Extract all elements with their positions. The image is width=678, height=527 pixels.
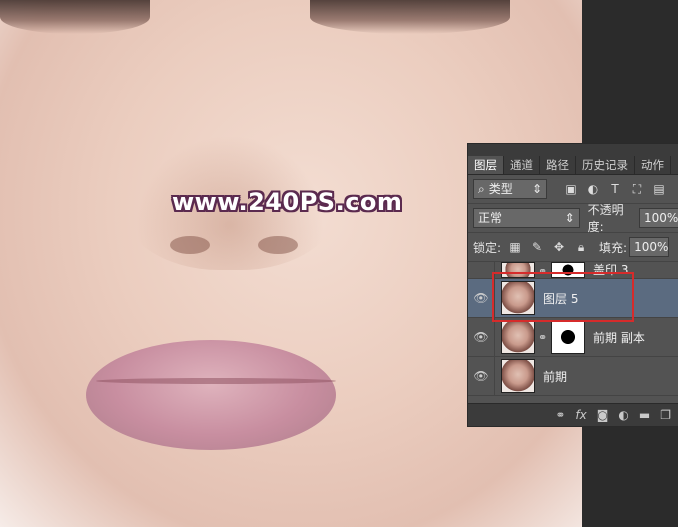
left-nostril <box>170 236 210 254</box>
highlight-box <box>492 272 634 322</box>
watermark-text: www.240PS.com <box>172 188 403 216</box>
blend-mode-label: 正常 <box>478 211 503 225</box>
filter-kind-select[interactable]: ⌕ 类型 ⇕ <box>473 179 547 199</box>
lips <box>86 340 336 450</box>
image-filter-icon[interactable]: ▣ <box>563 181 579 197</box>
layer-thumbnail <box>501 359 535 393</box>
link-icon[interactable]: ⚭ <box>555 408 565 422</box>
eye-icon[interactable]: 👁︎ <box>468 357 495 395</box>
mask-icon[interactable]: ◙ <box>597 408 609 422</box>
lock-row: 锁定: ▦ ✎ ✥ 🔒︎ 填充: 100% <box>468 233 678 262</box>
adjustment-icon[interactable]: ◐ <box>618 408 628 422</box>
lock-paint-icon[interactable]: ✎ <box>529 239 545 255</box>
layer-row[interactable]: 👁︎ ⚭ 前期 副本 <box>468 318 678 357</box>
lip-line <box>96 378 336 384</box>
panel-tabs: 图层 通道 路径 历史记录 动作 <box>468 144 678 175</box>
filter-row: ⌕ 类型 ⇕ ▣ ◐ T ⛶ ▤ <box>468 175 678 204</box>
search-icon: ⌕ <box>478 182 485 196</box>
layer-thumbnail <box>501 320 535 354</box>
tab-history[interactable]: 历史记录 <box>576 156 635 174</box>
eye-icon[interactable]: 👁︎ <box>468 318 495 356</box>
blend-row: 正常 ⇕ 不透明度: 100% <box>468 203 678 234</box>
eye-icon[interactable]: 👁︎ <box>468 279 495 317</box>
adjustment-filter-icon[interactable]: ◐ <box>585 181 601 197</box>
lock-move-icon[interactable]: ✥ <box>551 239 567 255</box>
opacity-input[interactable]: 100% <box>639 208 678 228</box>
fx-icon[interactable]: fx <box>575 408 586 422</box>
layer-mask-thumbnail <box>551 320 585 354</box>
right-eyelashes <box>310 0 510 34</box>
filter-kind-label: 类型 <box>488 182 513 196</box>
lock-pixels-icon[interactable]: ▦ <box>507 239 523 255</box>
smart-filter-icon[interactable]: ▤ <box>651 181 667 197</box>
right-nostril <box>258 236 298 254</box>
link-icon: ⚭ <box>538 330 548 344</box>
tab-paths[interactable]: 路径 <box>540 156 576 174</box>
tab-layers[interactable]: 图层 <box>468 156 504 174</box>
select-arrows-icon: ⇕ <box>564 211 575 225</box>
blend-mode-select[interactable]: 正常 ⇕ <box>473 208 580 228</box>
layer-name: 前期 <box>543 369 568 384</box>
layer-name: 前期 副本 <box>593 330 645 345</box>
opacity-label: 不透明度: <box>587 203 624 234</box>
type-filter-icon[interactable]: T <box>607 181 623 197</box>
group-folder-icon[interactable]: ▬ <box>639 408 650 422</box>
lock-all-icon[interactable]: 🔒︎ <box>573 239 589 255</box>
tab-channels[interactable]: 通道 <box>504 156 540 174</box>
new-layer-icon[interactable]: ❐ <box>660 408 671 422</box>
tab-actions[interactable]: 动作 <box>635 156 671 174</box>
layer-row[interactable]: 👁︎ 前期 <box>468 357 678 396</box>
visibility-toggle[interactable] <box>468 262 495 278</box>
select-arrows-icon: ⇕ <box>531 182 542 196</box>
shape-filter-icon[interactable]: ⛶ <box>629 181 645 197</box>
panel-footer: ⚭ fx ◙ ◐ ▬ ❐ <box>468 403 678 426</box>
fill-label: 填充: <box>599 240 628 255</box>
fill-input[interactable]: 100% <box>629 237 670 257</box>
lock-label: 锁定: <box>473 240 502 255</box>
left-eyelashes <box>0 0 150 34</box>
